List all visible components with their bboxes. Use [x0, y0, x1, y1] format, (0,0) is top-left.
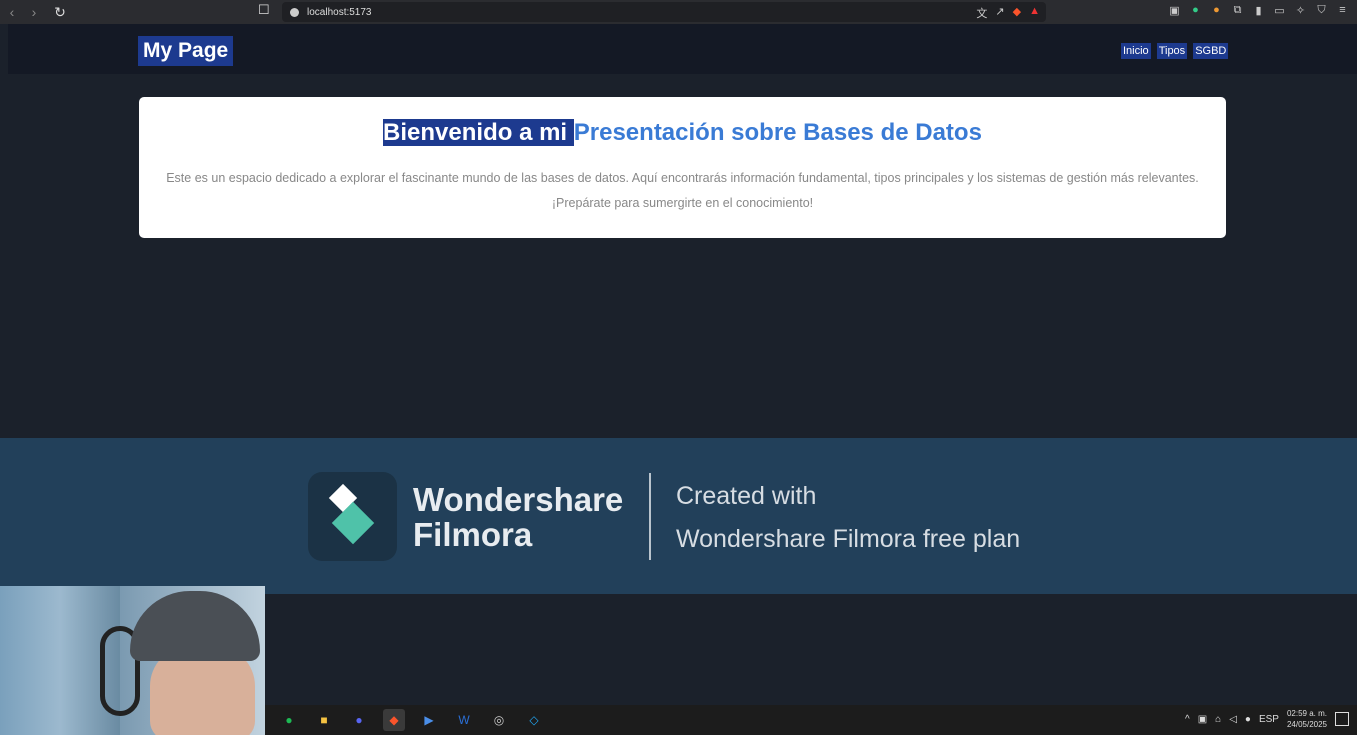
- word-icon[interactable]: W: [453, 709, 475, 731]
- brave-shields-icon[interactable]: ◆: [1013, 5, 1021, 21]
- spotify-icon[interactable]: ●: [278, 709, 300, 731]
- intro-tagline: ¡Prepárate para sumergirte en el conocim…: [551, 196, 814, 210]
- bookmark-icon[interactable]: ☐: [258, 2, 270, 18]
- clock-date: 24/05/2025: [1286, 720, 1327, 729]
- taskbar: ● ■ ● ◆ ▶ W ◎ ◇ ^ ▣ ⌂ ◁ ● ESP 02:59 a. m…: [265, 705, 1357, 735]
- nav-link-sgbd[interactable]: SGBD: [1193, 43, 1229, 59]
- leo-icon[interactable]: ✧: [1294, 4, 1307, 17]
- welcome-card: Bienvenido a mi Presentación sobre Bases…: [139, 97, 1226, 238]
- address-bar[interactable]: localhost:5173 文 ↗ ◆ ▲: [282, 2, 1046, 22]
- webcam-overlay: [0, 586, 265, 735]
- site-brand[interactable]: My Page: [138, 36, 234, 66]
- site-info-icon[interactable]: [290, 7, 299, 17]
- brave-rewards-icon[interactable]: ▲: [1029, 5, 1040, 21]
- url-actions: 文 ↗ ◆ ▲: [976, 5, 1040, 21]
- tray-app-icon[interactable]: ▣: [1198, 714, 1207, 725]
- site-nav: Inicio Tipos SGBD: [1121, 43, 1229, 59]
- system-tray: ^ ▣ ⌂ ◁ ● ESP 02:59 a. m. 24/05/2025: [1185, 708, 1349, 730]
- nav-link-tipos[interactable]: Tipos: [1156, 43, 1188, 59]
- chevron-up-icon[interactable]: ^: [1185, 714, 1190, 725]
- back-icon[interactable]: ‹: [2, 2, 22, 22]
- web-page: My Page Inicio Tipos SGBD Bienvenido a m…: [8, 24, 1357, 438]
- watermark-text-2: Wondershare Filmora free plan: [676, 525, 1021, 553]
- reload-icon[interactable]: ↻: [50, 2, 70, 22]
- filmora-name-line1: Wondershare: [413, 481, 624, 518]
- browser-toolbar: ‹ › ↻ ☐ localhost:5173 文 ↗ ◆ ▲ ▣ ● ● ⧉ ▮…: [0, 0, 1357, 24]
- file-explorer-icon[interactable]: ■: [313, 709, 335, 731]
- menu-icon[interactable]: ≡: [1336, 4, 1349, 17]
- extension-icon[interactable]: ●: [1210, 4, 1223, 17]
- extension-icon[interactable]: ●: [1189, 4, 1202, 17]
- translate-icon[interactable]: 文: [976, 5, 987, 21]
- clock-time: 02:59 a. m.: [1286, 709, 1327, 718]
- extension-icons: ▣ ● ● ⧉ ▮ ▭ ✧ ⛉ ≡: [1168, 4, 1349, 17]
- discord-icon[interactable]: ●: [348, 709, 370, 731]
- url-text[interactable]: localhost:5173: [307, 7, 372, 18]
- language-indicator[interactable]: ESP: [1259, 714, 1279, 725]
- forward-icon[interactable]: ›: [24, 2, 44, 22]
- intro-paragraph: Este es un espacio dedicado a explorar e…: [166, 171, 1199, 185]
- vscode-icon[interactable]: ◇: [523, 709, 545, 731]
- vpn-icon[interactable]: ⛉: [1315, 4, 1328, 17]
- volume-icon[interactable]: ◁: [1229, 714, 1237, 725]
- powershell-icon[interactable]: ▶: [418, 709, 440, 731]
- wallet-icon[interactable]: ▭: [1273, 4, 1286, 17]
- extensions-icon[interactable]: ⧉: [1231, 4, 1244, 17]
- filmora-name-line2: Filmora: [413, 516, 533, 553]
- network-icon[interactable]: ⌂: [1215, 714, 1221, 725]
- site-header: My Page Inicio Tipos SGBD: [8, 24, 1357, 74]
- translate-extension-icon[interactable]: ▣: [1168, 4, 1181, 17]
- filmora-name: Wondershare Filmora: [413, 482, 623, 552]
- welcome-title: Bienvenido a mi Presentación sobre Bases…: [139, 119, 1226, 147]
- nav-link-inicio[interactable]: Inicio: [1121, 43, 1151, 59]
- filmora-logo-icon: [308, 472, 397, 561]
- sidebar-icon[interactable]: ▮: [1252, 4, 1265, 17]
- watermark-text-1: Created with: [676, 482, 817, 510]
- clock[interactable]: 02:59 a. m. 24/05/2025: [1287, 708, 1327, 730]
- app-icon[interactable]: ◎: [488, 709, 510, 731]
- selected-title-text: Bienvenido a mi: [383, 119, 574, 146]
- share-icon[interactable]: ↗: [995, 5, 1004, 21]
- microphone-icon[interactable]: ●: [1245, 714, 1251, 725]
- filmora-watermark: Wondershare Filmora Created with Wonders…: [0, 438, 1357, 594]
- notifications-icon[interactable]: [1335, 712, 1349, 726]
- divider: [649, 473, 651, 560]
- title-text: Presentación sobre Bases de Datos: [573, 119, 982, 146]
- brave-icon[interactable]: ◆: [383, 709, 405, 731]
